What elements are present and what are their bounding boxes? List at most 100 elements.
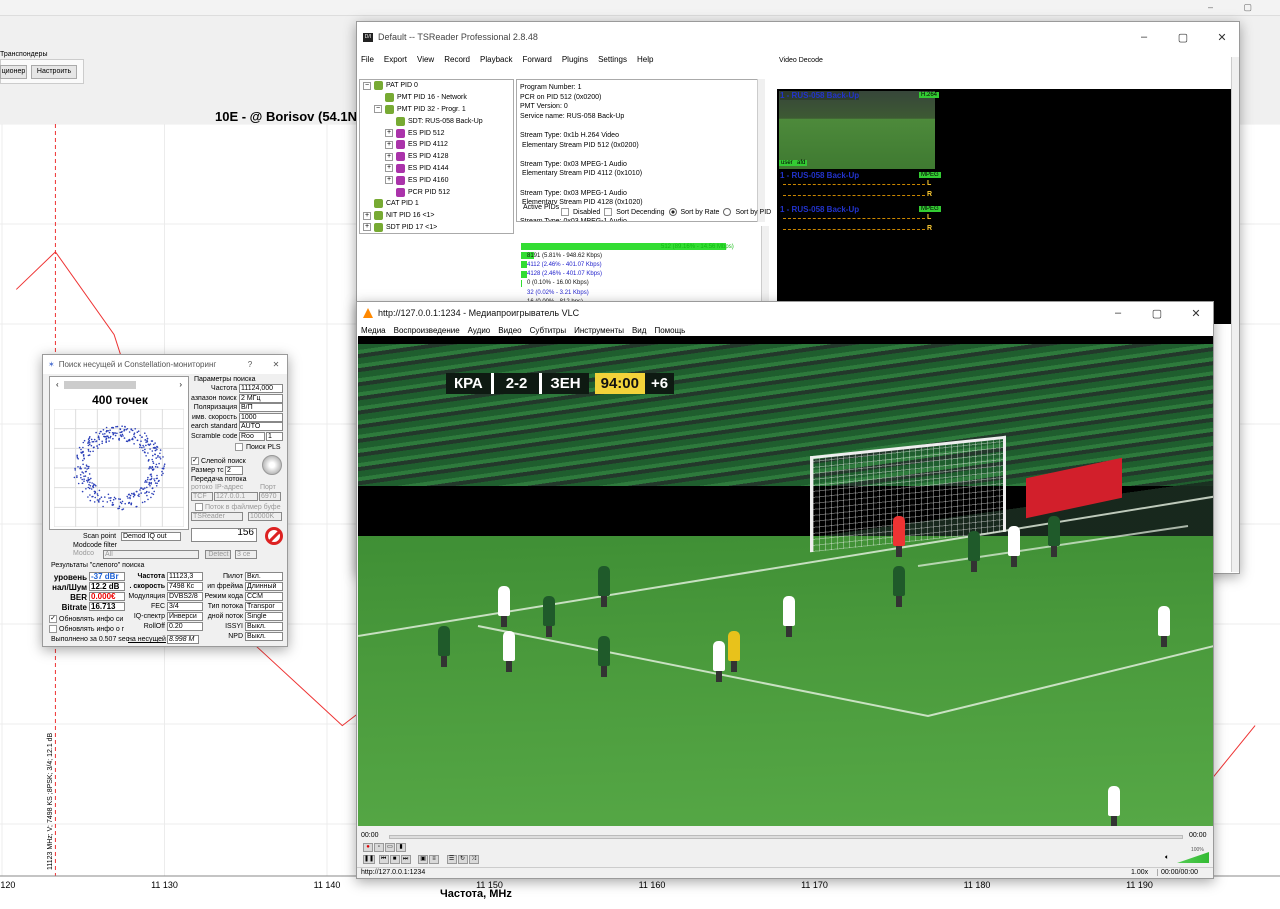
ip-field[interactable]: 127.0.0.1 [214, 492, 258, 501]
scroll-thumb[interactable] [64, 380, 136, 389]
tree-node[interactable]: PCR PID 512 [360, 186, 513, 198]
tree-node[interactable]: + ES PID 4160 [360, 174, 513, 186]
detect-button[interactable]: Detect [205, 550, 231, 559]
configure-button[interactable]: Настроить [31, 65, 77, 79]
tree-node[interactable]: + NIT PID 16 <1> [360, 210, 513, 222]
vlc-window[interactable]: http://127.0.0.1:1234 - Медиапроигрывате… [356, 301, 1214, 879]
search-titlebar[interactable]: ✶ Поиск несущей и Constellation-монитори… [43, 355, 287, 374]
blind-checkbox[interactable]: ✓ [191, 457, 199, 465]
expander-icon[interactable]: + [385, 152, 393, 161]
sort-desc-checkbox[interactable] [604, 208, 613, 216]
buffer-size-field[interactable]: 10000K [248, 512, 282, 521]
playlist-icon[interactable]: ☰ [446, 855, 457, 865]
frame-step-icon[interactable]: ▮ [396, 843, 406, 853]
expander-icon[interactable]: + [385, 176, 393, 185]
menu-item[interactable]: Settings [598, 55, 627, 64]
prev-icon[interactable]: ⏮ [378, 855, 389, 865]
tree-node[interactable]: − PMT PID 32 - Progr. 1 [360, 104, 513, 116]
carrier-link[interactable]: на несущей [128, 636, 166, 643]
search-dialog[interactable]: ✶ Поиск несущей и Constellation-монитори… [42, 354, 288, 647]
info-scrollbar[interactable] [757, 79, 765, 222]
sort-pid-radio[interactable] [723, 208, 732, 216]
pid-row[interactable]: 32 (0.02% - 3.21 Kbps) [521, 288, 761, 297]
snapshot-icon[interactable]: ▫ [374, 843, 384, 853]
sec-select[interactable]: 3 се [235, 550, 257, 559]
vlc-menu-item[interactable]: Помощь [654, 326, 685, 335]
tree-node[interactable]: + SDT PID 17 <1> [360, 222, 513, 234]
vlc-menu-item[interactable]: Медиа [361, 326, 386, 335]
tsreader-titlebar[interactable]: D/I Default -- TSReader Professional 2.8… [357, 22, 1239, 52]
vlc-titlebar[interactable]: http://127.0.0.1:1234 - Медиапроигрывате… [357, 302, 1213, 324]
modco-select[interactable]: All [103, 550, 199, 559]
tree-node[interactable]: PMT PID 16 - Network [360, 92, 513, 104]
tree-node[interactable]: SDT: RUS-058 Back-Up [360, 115, 513, 127]
expander-icon[interactable]: − [363, 81, 371, 90]
seek-bar[interactable] [389, 835, 1183, 839]
menu-item[interactable]: Plugins [562, 55, 588, 64]
shuffle-icon[interactable]: ⤨ [468, 855, 479, 865]
loop-ab-icon[interactable]: ▭ [385, 843, 395, 853]
record-icon[interactable]: ● [363, 843, 373, 853]
param-value[interactable]: AUTO [239, 422, 283, 432]
constellation-scrollbar[interactable]: ‹ › [56, 380, 182, 389]
pid-tree[interactable]: − PAT PID 0 PMT PID 16 - Network − PMT PID 3… [359, 79, 514, 234]
protocol-field[interactable]: TCF [191, 492, 213, 501]
vlc-menu-item[interactable]: Видео [498, 326, 521, 335]
menu-item[interactable]: Record [444, 55, 470, 64]
expander-icon[interactable]: + [363, 211, 371, 220]
port-field[interactable]: 6970 [259, 492, 281, 501]
menu-item[interactable]: Playback [480, 55, 512, 64]
tree-node[interactable]: + ES PID 4112 [360, 139, 513, 151]
expander-icon[interactable]: − [374, 105, 382, 114]
param-value[interactable]: 11124,000 [239, 384, 283, 393]
play-pause-icon[interactable]: ❚❚ [363, 855, 375, 865]
vlc-menu-item[interactable]: Субтитры [530, 326, 566, 335]
tree-node[interactable]: + ES PID 4144 [360, 163, 513, 175]
vlc-menu-item[interactable]: Вид [632, 326, 646, 335]
vlc-maximize-icon[interactable]: ▢ [1140, 307, 1174, 320]
tree-node[interactable]: + ES PID 4128 [360, 151, 513, 163]
pid-row[interactable]: 4112 (2.46% - 401.07 Kbps) [521, 260, 761, 269]
vlc-minimize-icon[interactable]: – [1101, 307, 1135, 319]
vlc-menu-item[interactable]: Аудио [468, 326, 491, 335]
disabled-checkbox[interactable] [561, 208, 569, 216]
minimize-icon[interactable]: – [1127, 31, 1161, 43]
ts-size-field[interactable]: 2 [225, 466, 243, 475]
expander-icon[interactable]: + [385, 164, 393, 173]
stop-icon[interactable]: ■ [389, 855, 400, 865]
expander-icon[interactable]: + [385, 140, 393, 149]
update-info-checkbox-2[interactable] [49, 625, 57, 633]
param-value[interactable]: В/П [239, 403, 283, 413]
scroll-left-icon[interactable]: ‹ [56, 380, 59, 389]
scroll-right-icon[interactable]: › [179, 380, 182, 389]
param-value[interactable]: 2 МГц [239, 393, 283, 403]
expander-icon[interactable]: + [363, 223, 371, 232]
loop-icon[interactable]: ↻ [457, 855, 468, 865]
vlc-menu-item[interactable]: Инструменты [574, 326, 624, 335]
vlc-close-icon[interactable]: ✕ [1179, 307, 1213, 320]
scan-point-select[interactable]: Demod IQ out [121, 532, 181, 541]
scramble-index[interactable]: 1 [266, 432, 283, 441]
param-value[interactable]: Roo [239, 432, 265, 441]
tsreader-field[interactable]: TSReader [191, 512, 243, 521]
menu-item[interactable]: Help [637, 55, 653, 64]
sort-rate-radio[interactable] [668, 208, 677, 216]
tree-node[interactable]: − PAT PID 0 [360, 80, 513, 92]
param-value[interactable]: 1000 [239, 412, 283, 422]
menu-item[interactable]: View [417, 55, 434, 64]
help-icon[interactable]: ? [239, 360, 261, 369]
fullscreen-icon[interactable]: ▣ [418, 855, 429, 865]
stop-icon[interactable] [265, 527, 283, 545]
tree-node[interactable]: CAT PID 1 [360, 198, 513, 210]
extended-settings-icon[interactable]: ≡ [429, 855, 440, 865]
update-info-checkbox-1[interactable]: ✓ [49, 615, 57, 623]
pid-row[interactable]: 512 (89.16% - 14.56 Mbps) [521, 242, 761, 251]
stationary-button[interactable]: ционер [0, 65, 27, 79]
maximize-icon[interactable]: ▢ [1166, 31, 1200, 44]
status-speed[interactable]: 1.00x [1131, 869, 1148, 876]
expander-icon[interactable]: + [385, 129, 393, 138]
close-icon[interactable]: ✕ [1205, 31, 1239, 44]
menu-item[interactable]: Forward [522, 55, 551, 64]
buffer-checkbox[interactable] [195, 503, 203, 511]
pid-row[interactable]: 4128 (2.46% - 401.07 Kbps) [521, 270, 761, 279]
